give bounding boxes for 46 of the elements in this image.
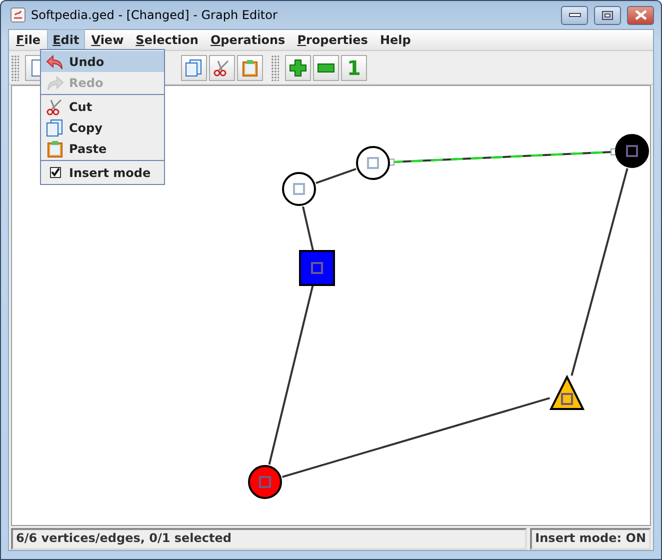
graph-node (549, 374, 585, 410)
graph-node (615, 134, 649, 168)
redo-arrow-icon (46, 74, 64, 90)
minimize-icon (568, 13, 580, 17)
window-title: Softpedia.ged - [Changed] - Graph Editor (31, 8, 278, 22)
status-text: 6/6 vertices/edges, 0/1 selected (11, 528, 528, 550)
menu-item[interactable]: View (85, 29, 130, 51)
menu-item[interactable]: File (10, 29, 47, 51)
menu-item[interactable]: Selection (130, 29, 204, 51)
menu-option[interactable]: Insert mode (41, 162, 164, 183)
menu-option[interactable]: Cut (41, 96, 164, 117)
graph-node (299, 250, 335, 286)
menu-item[interactable]: Operations (204, 29, 292, 51)
close-icon (634, 10, 646, 20)
menu-item[interactable]: Help (374, 29, 417, 51)
menu-item[interactable]: Edit (46, 29, 86, 51)
minus-icon (317, 62, 335, 72)
minimize-button[interactable] (561, 6, 588, 24)
menu-item[interactable]: Properties (291, 29, 374, 51)
maximize-button[interactable] (594, 6, 621, 24)
cut-button[interactable] (209, 54, 235, 80)
plus-icon (289, 58, 307, 76)
add-button[interactable] (285, 54, 311, 80)
copy-button[interactable] (181, 54, 207, 80)
checkbox-icon[interactable] (50, 167, 60, 178)
menu-option[interactable]: Copy (41, 117, 164, 138)
close-button[interactable] (627, 6, 654, 24)
clipboard-icon (241, 58, 259, 76)
graph-node (248, 465, 282, 499)
toolbar-grip[interactable] (271, 54, 279, 80)
paste-button[interactable] (237, 54, 263, 80)
menu-option[interactable]: Undo (41, 51, 164, 72)
clipboard-icon (46, 140, 64, 158)
app-icon (10, 7, 26, 23)
undo-arrow-icon (46, 54, 64, 70)
mode-status: Insert mode: ON (530, 528, 651, 550)
maximize-icon (602, 10, 613, 20)
copy-icon (185, 58, 203, 76)
graph-node (282, 172, 316, 206)
scissors-icon (213, 58, 231, 76)
remove-button[interactable] (313, 54, 339, 80)
toolbar-grip[interactable] (11, 54, 19, 80)
scissors-icon (46, 98, 64, 116)
graph-node (356, 146, 390, 180)
menu-option[interactable]: Paste (41, 138, 164, 159)
copy-icon (46, 118, 64, 136)
